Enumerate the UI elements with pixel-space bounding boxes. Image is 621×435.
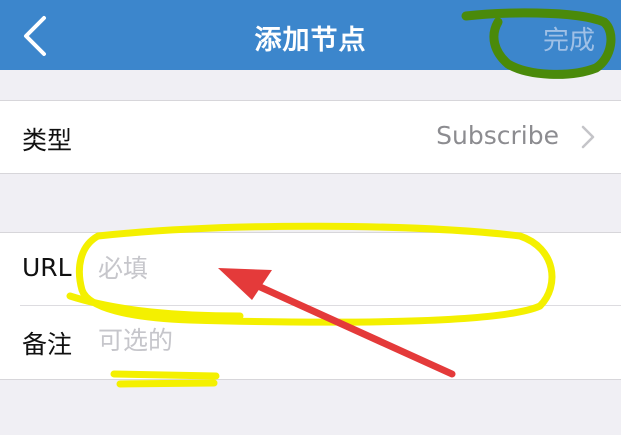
- done-button[interactable]: 完成: [543, 20, 595, 57]
- url-input[interactable]: 必填: [98, 233, 601, 305]
- node-details-section: URL 必填 备注 可选的: [0, 232, 621, 380]
- type-row[interactable]: 类型 Subscribe: [0, 101, 621, 173]
- page-title: 添加节点: [254, 25, 367, 56]
- type-label: 类型: [22, 126, 73, 155]
- chevron-right-icon: [581, 125, 595, 149]
- note-input[interactable]: 可选的: [98, 305, 601, 377]
- note-label: 备注: [22, 330, 73, 359]
- url-label: URL: [22, 253, 72, 282]
- type-section: 类型 Subscribe: [0, 100, 621, 174]
- note-row: 备注 可选的: [0, 305, 621, 377]
- url-row: URL 必填: [0, 233, 621, 305]
- navigation-bar: 添加节点 完成: [0, 0, 621, 70]
- type-value: Subscribe: [436, 121, 559, 150]
